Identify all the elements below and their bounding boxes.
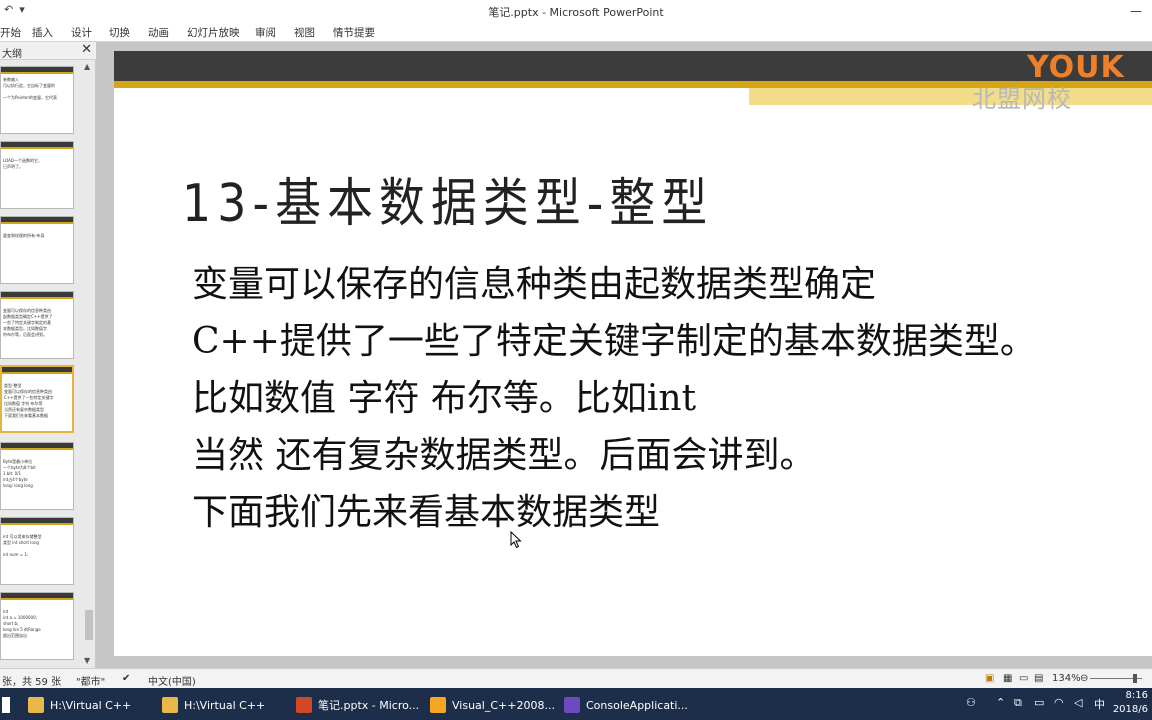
tab-outline[interactable]: 大纲 <box>2 45 22 60</box>
folder-icon <box>162 697 178 713</box>
slide-thumbnail[interactable]: int int a = 1000000; short b; long lon 5… <box>0 592 74 660</box>
taskbar-item-label: H:\Virtual C++ <box>184 698 266 712</box>
tab-storyboard[interactable]: 情节提要 <box>333 25 375 40</box>
minimize-button[interactable]: — <box>1120 0 1152 22</box>
clock-date: 2018/6 <box>1112 704 1148 715</box>
body-line: 比如数值 字符 布尔等。比如int <box>192 378 697 419</box>
taskbar-item-label: Visual_C++2008... <box>452 698 555 712</box>
taskbar-item[interactable]: ConsoleApplicati... <box>564 692 688 718</box>
window-title: 笔记.pptx - Microsoft PowerPoint <box>488 6 664 19</box>
thumbnail-scrollbar[interactable]: ▲ ▼ <box>83 60 95 668</box>
slide-header-bar <box>114 51 1152 81</box>
system-clock[interactable]: 8:16 2018/6 <box>1113 689 1148 717</box>
body-line: 变量可以保存的信息种类由起数据类型确定 <box>192 264 877 305</box>
chevron-up-icon[interactable]: ⌃ <box>996 696 1005 709</box>
theme-name: "都市" <box>76 677 106 688</box>
tab-transitions[interactable]: 切换 <box>109 25 130 40</box>
slide-sorter-icon[interactable]: ▦ <box>1003 673 1012 684</box>
people-icon[interactable]: ⚇ <box>966 696 976 709</box>
taskbar-item-active[interactable]: 笔记.pptx - Micro... <box>296 692 419 718</box>
slide-editor: 13-基本数据类型-整型 变量可以保存的信息种类由起数据类型确定 C++提供了一… <box>97 42 1152 668</box>
tab-view[interactable]: 视图 <box>294 25 315 40</box>
powerpoint-icon <box>296 697 312 713</box>
thumbnail-list: 参数输入 可以执行此，它自标了变量的 一个为Pointer的变量，它代表 LOA… <box>0 60 82 668</box>
visual-studio-icon <box>564 697 580 713</box>
close-icon[interactable]: ✕ <box>81 42 92 57</box>
mouse-cursor-icon <box>510 530 522 553</box>
thumbnail-text: int 可以用来存储整型 类型 int short long int num =… <box>3 534 42 557</box>
title-bar: ↶ ▾ 笔记.pptx - Microsoft PowerPoint — <box>0 0 1152 22</box>
slide-thumbnail[interactable]: 量变和纹理的所有-布局 <box>0 216 74 284</box>
slide-thumbnail-selected[interactable]: 类型-整型 变量可以保存的信息种类由 C++提供了一些特定关键字 比如数值 字符… <box>0 365 74 433</box>
tab-animations[interactable]: 动画 <box>148 25 169 40</box>
status-bar: 张，共 59 张 "都市" ✔ 中文(中国) ▣ ▦ ▭ ▤ 134% ⊖ <box>0 668 1152 688</box>
body-line: 当然 还有复杂数据类型。后面会讲到。 <box>192 435 816 476</box>
slide-thumbnail[interactable]: int 可以用来存储整型 类型 int short long int num =… <box>0 517 74 585</box>
normal-view-icon[interactable]: ▣ <box>985 673 994 684</box>
volume-icon[interactable]: ◁ <box>1074 696 1082 709</box>
ime-indicator[interactable]: 中 <box>1094 696 1105 712</box>
slide-title[interactable]: 13-基本数据类型-整型 <box>182 161 713 236</box>
folder-icon <box>28 697 44 713</box>
tab-review[interactable]: 审阅 <box>255 25 276 40</box>
tab-design[interactable]: 设计 <box>71 25 92 40</box>
clock-time: 8:16 <box>1125 690 1148 701</box>
slide-thumbnail[interactable]: 变量可以保存的信息种类由 起数据类型确定C++提供了 一些了特定关键字制定的基 … <box>0 291 74 359</box>
slide-thumbnail[interactable]: LOAD一个函数的它， 已声明了。 <box>0 141 74 209</box>
taskbar-item[interactable]: H:\Virtual C++ <box>28 692 131 718</box>
zoom-level[interactable]: 134% <box>1052 673 1081 684</box>
zoom-out-icon[interactable]: ⊖ <box>1080 673 1088 684</box>
thumbnail-text: 量变和纹理的所有-布局 <box>3 233 45 238</box>
battery-icon[interactable]: ▭ <box>1034 696 1044 709</box>
pane-header: 大纲 ✕ <box>0 42 96 60</box>
ribbon-tabs: 开始 插入 设计 切换 动画 幻灯片放映 审阅 视图 情节提要 <box>0 22 1152 42</box>
language-indicator[interactable]: 中文(中国) <box>148 673 196 688</box>
taskbar-item[interactable]: H:\Virtual C++ <box>162 692 265 718</box>
reading-view-icon[interactable]: ▭ <box>1019 673 1028 684</box>
taskbar-item-label: ConsoleApplicati... <box>586 698 688 712</box>
zoom-slider[interactable] <box>1090 674 1142 683</box>
slide-accent-bar-light <box>749 88 1152 105</box>
taskbar-item-label: H:\Virtual C++ <box>50 698 132 712</box>
wifi-icon[interactable]: ◠ <box>1054 696 1064 709</box>
watermark-text: 北盟网校 <box>972 85 1072 113</box>
start-icon[interactable] <box>2 692 10 718</box>
taskbar: H:\Virtual C++ H:\Virtual C++ 笔记.pptx - … <box>0 688 1152 720</box>
thumbnail-text: LOAD一个函数的它， 已声明了。 <box>3 158 42 169</box>
body-line: C++提供了一些了特定关键字制定的基本数据类型。 <box>192 321 1036 362</box>
taskbar-item[interactable]: Visual_C++2008... <box>430 692 555 718</box>
slide-thumbnail[interactable]: Byte是最小单位 一个byte为8个bit 1 bit: 0/1 int占4个… <box>0 442 74 510</box>
slide-thumbnail[interactable]: 参数输入 可以执行此，它自标了变量的 一个为Pointer的变量，它代表 <box>0 66 74 134</box>
tab-home[interactable]: 开始 <box>0 25 21 40</box>
slide-thumbnail-pane: 大纲 ✕ 参数输入 可以执行此，它自标了变量的 一个为Pointer的变量，它代… <box>0 42 96 668</box>
app-icon <box>430 697 446 713</box>
window-controls: — <box>1120 0 1152 22</box>
slideshow-view-icon[interactable]: ▤ <box>1034 673 1043 684</box>
thumbnail-text: 参数输入 可以执行此，它自标了变量的 一个为Pointer的变量，它代表 <box>3 77 58 100</box>
scroll-down-icon[interactable]: ▼ <box>84 656 90 665</box>
scroll-thumb[interactable] <box>85 610 93 640</box>
spellcheck-icon[interactable]: ✔ <box>122 673 130 684</box>
thumbnail-text: 变量可以保存的信息种类由 起数据类型确定C++提供了 一些了特定关键字制定的基 … <box>3 308 53 337</box>
taskbar-item-label: 笔记.pptx - Micro... <box>318 699 420 712</box>
tab-slideshow[interactable]: 幻灯片放映 <box>187 25 240 40</box>
current-slide[interactable]: 13-基本数据类型-整型 变量可以保存的信息种类由起数据类型确定 C++提供了一… <box>114 51 1152 656</box>
slide-count: 张，共 59 张 <box>2 677 62 688</box>
network-icon[interactable]: ⧉ <box>1014 696 1022 710</box>
slide-body[interactable]: 变量可以保存的信息种类由起数据类型确定 C++提供了一些了特定关键字制定的基本数… <box>192 256 1036 541</box>
thumbnail-text: Byte是最小单位 一个byte为8个bit 1 bit: 0/1 int占4个… <box>3 459 36 488</box>
thumbnail-text: int int a = 1000000; short b; long lon 5… <box>3 609 41 638</box>
scroll-up-icon[interactable]: ▲ <box>84 62 90 71</box>
zoom-slider-knob[interactable] <box>1133 674 1137 683</box>
tab-insert[interactable]: 插入 <box>32 25 53 40</box>
thumbnail-text: 类型-整型 变量可以保存的信息种类由 C++提供了一些特定关键字 比如数值 字符… <box>4 383 54 418</box>
body-line: 下面我们先来看基本数据类型 <box>192 492 661 533</box>
